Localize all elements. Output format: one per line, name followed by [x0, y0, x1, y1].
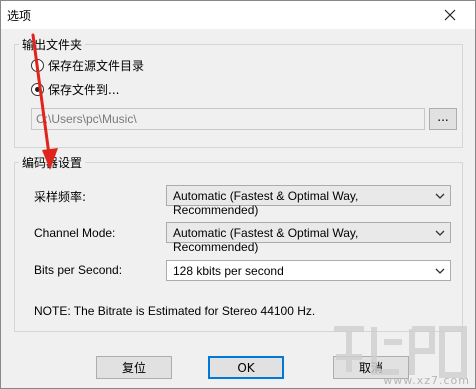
chevron-down-icon	[435, 193, 445, 199]
radio-save-source[interactable]: 保存在源文件目录	[31, 57, 144, 74]
channel-mode-label: Channel Mode:	[34, 226, 116, 240]
encoder-settings-title: 编码器设置	[19, 154, 86, 171]
radio-source-circle[interactable]	[31, 59, 44, 72]
watermark-text: www.xz7.com	[383, 374, 470, 387]
browse-button[interactable]: ...	[429, 108, 457, 130]
close-button[interactable]	[429, 1, 471, 29]
radio-source-label: 保存在源文件目录	[48, 59, 145, 73]
radio-save-to[interactable]: 保存文件到...	[31, 81, 119, 98]
channel-mode-select[interactable]: Automatic (Fastest & Optimal Way, Recomm…	[166, 222, 451, 254]
close-icon	[444, 9, 456, 21]
output-path-field[interactable]: C:\Users\pc\Music\	[31, 108, 425, 130]
radio-save-to-circle[interactable]	[31, 83, 44, 96]
bits-per-second-select[interactable]: 128 kbits per second	[166, 260, 451, 281]
bitrate-note: NOTE: The Bitrate is Estimated for Stere…	[34, 304, 316, 318]
sample-rate-label: 采样频率:	[34, 190, 87, 204]
radio-save-to-label: 保存文件到...	[48, 83, 120, 97]
title-bar: 选项	[1, 1, 475, 29]
options-dialog: 选项 输出文件夹 保存在源文件目录 保存文件到... C:\Users\pc\M…	[0, 0, 476, 389]
chevron-down-icon	[435, 268, 445, 274]
ok-button[interactable]: OK	[208, 356, 284, 379]
chevron-down-icon	[435, 230, 445, 236]
output-folder-title: 输出文件夹	[19, 36, 86, 53]
window-title: 选项	[7, 9, 32, 23]
reset-button[interactable]: 复位	[96, 356, 172, 379]
sample-rate-select[interactable]: Automatic (Fastest & Optimal Way, Recomm…	[166, 185, 451, 217]
radio-selected-dot	[35, 87, 40, 92]
bits-per-second-label: Bits per Second:	[34, 263, 123, 277]
bits-per-second-value: 128 kbits per second	[173, 264, 284, 278]
